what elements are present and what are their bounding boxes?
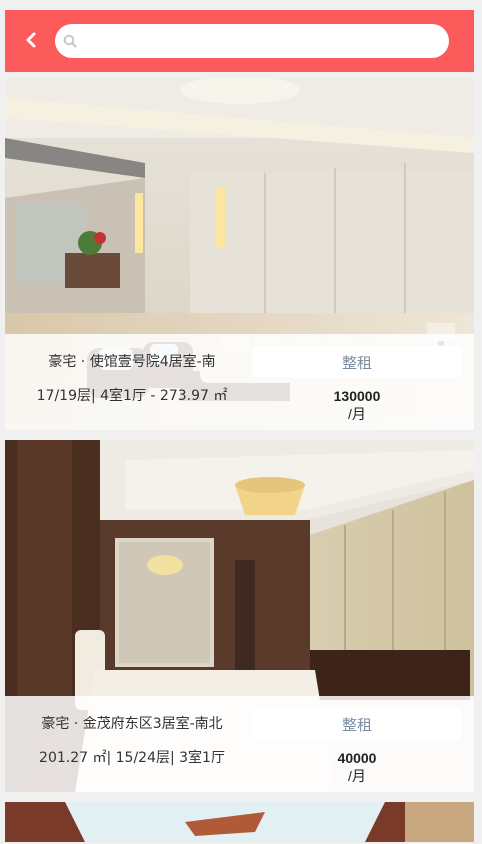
back-button[interactable] — [19, 28, 43, 52]
price-unit: /月 — [348, 768, 366, 784]
listing-card[interactable]: 豪宅 · 金茂府东区3居室-南北 201.27 ㎡| 15/24层| 3室1厅 … — [5, 440, 474, 792]
rent-type-badge: 整租 — [252, 708, 462, 740]
search-box[interactable] — [55, 24, 449, 58]
listing-meta: 201.27 ㎡| 15/24层| 3室1厅 — [39, 750, 225, 766]
search-input[interactable] — [84, 24, 449, 58]
top-bar — [5, 10, 474, 72]
listing-title: 豪宅 · 金茂府东区3居室-南北 — [41, 716, 223, 732]
listing-photo — [5, 802, 474, 842]
listing-card[interactable]: 豪宅 · 使馆壹号院4居室-南 17/19层| 4室1厅 - 273.97 ㎡ … — [5, 78, 474, 430]
listing-info: 豪宅 · 金茂府东区3居室-南北 201.27 ㎡| 15/24层| 3室1厅 … — [5, 696, 474, 792]
listing-info: 豪宅 · 使馆壹号院4居室-南 17/19层| 4室1厅 - 273.97 ㎡ … — [5, 334, 474, 430]
listing-price: 40000 — [337, 750, 377, 766]
rent-type-badge: 整租 — [252, 346, 462, 378]
listing-meta: 17/19层| 4室1厅 - 273.97 ㎡ — [36, 388, 228, 404]
listing-price: 130000 — [333, 388, 381, 404]
search-icon — [62, 33, 78, 49]
listing-list: 豪宅 · 使馆壹号院4居室-南 17/19层| 4室1厅 - 273.97 ㎡ … — [5, 78, 474, 844]
chevron-left-icon — [26, 32, 36, 48]
listing-card[interactable] — [5, 802, 474, 842]
price-unit: /月 — [348, 406, 366, 422]
listing-title: 豪宅 · 使馆壹号院4居室-南 — [48, 354, 216, 370]
